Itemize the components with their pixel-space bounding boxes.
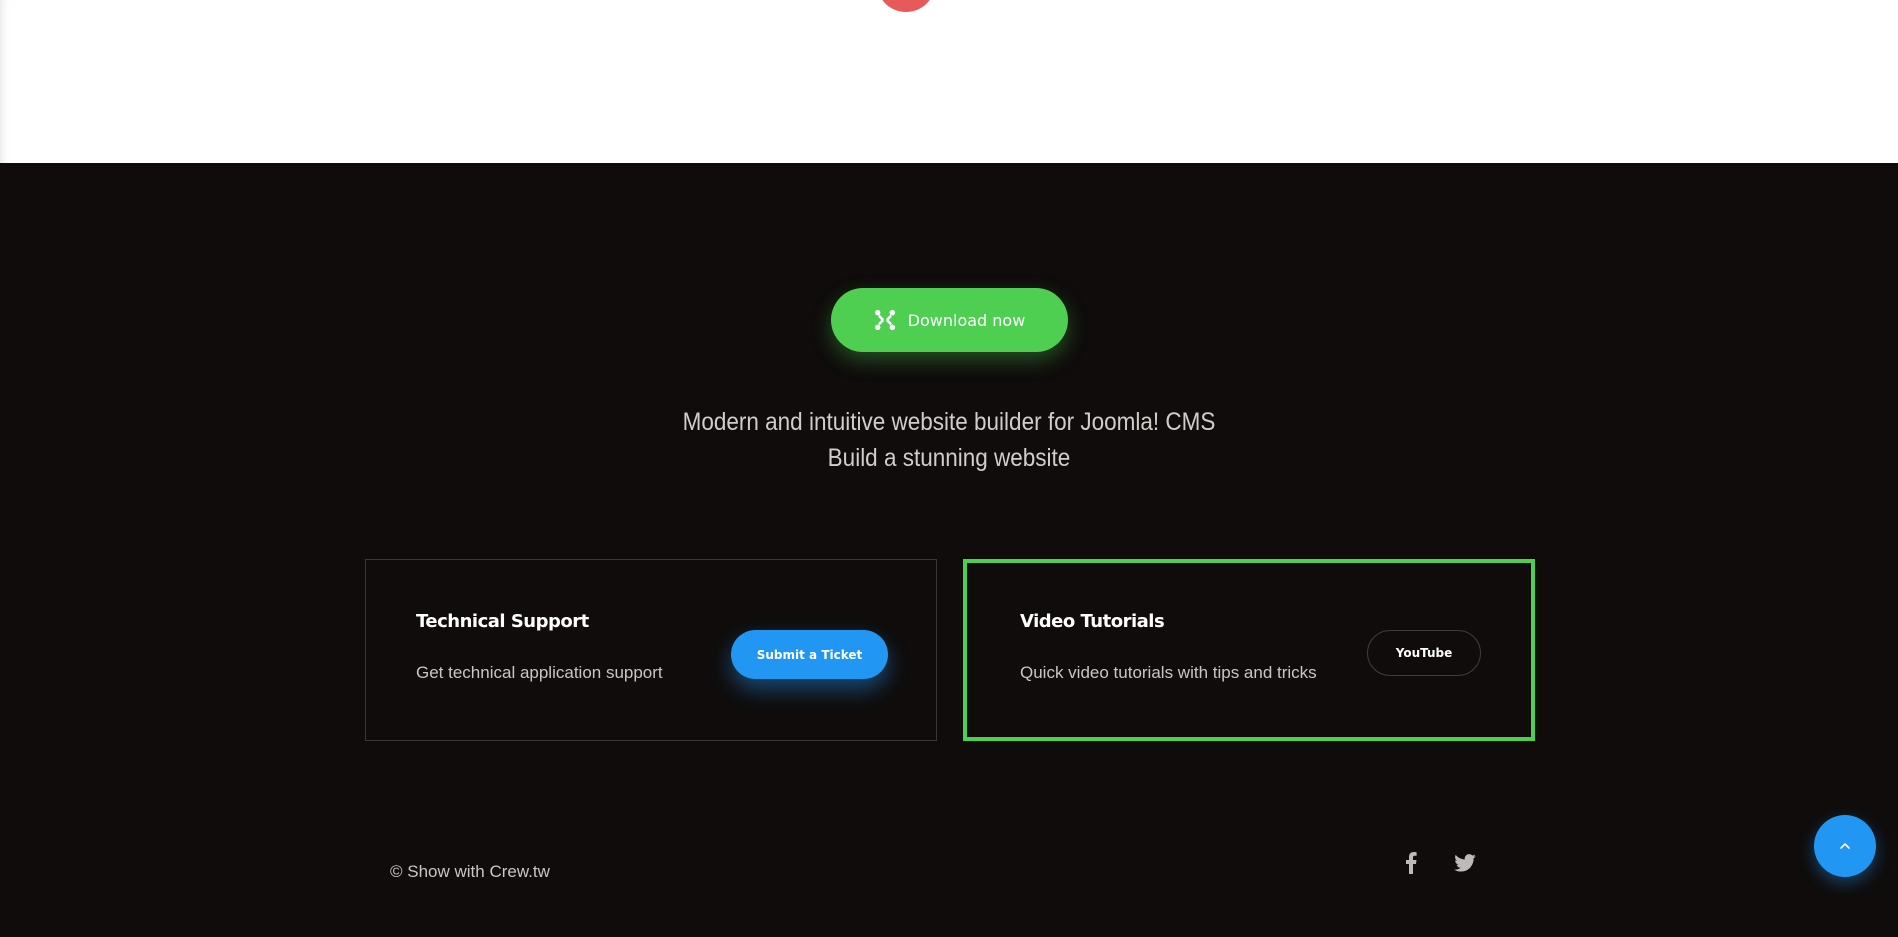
copyright-text: © Show with Crew.tw	[390, 862, 550, 881]
back-to-top-button[interactable]	[1814, 815, 1876, 877]
top-section	[0, 0, 1898, 163]
download-now-button[interactable]: Download now	[831, 288, 1068, 352]
tagline-line-1: Modern and intuitive website builder for…	[682, 408, 1216, 436]
technical-support-title: Technical Support	[416, 611, 589, 632]
joomla-icon	[874, 309, 895, 331]
floating-action-dot[interactable]	[878, 0, 934, 12]
download-now-label: Download now	[907, 310, 1026, 330]
tagline: Modern and intuitive website builder for…	[549, 404, 1349, 476]
footer-cta-section	[0, 163, 1898, 937]
tagline-line-2: Build a stunning website	[827, 444, 1071, 472]
twitter-link[interactable]	[1452, 850, 1478, 876]
youtube-button[interactable]: YouTube	[1367, 630, 1481, 676]
video-tutorials-description: Quick video tutorials with tips and tric…	[1020, 663, 1317, 682]
facebook-icon	[1406, 852, 1417, 874]
technical-support-description: Get technical application support	[416, 663, 663, 682]
video-tutorials-card: Video Tutorials Quick video tutorials wi…	[963, 559, 1535, 741]
submit-ticket-button[interactable]: Submit a Ticket	[731, 630, 888, 679]
facebook-link[interactable]	[1398, 850, 1424, 876]
chevron-up-icon	[1840, 843, 1850, 849]
twitter-icon	[1454, 854, 1476, 872]
video-tutorials-title: Video Tutorials	[1020, 611, 1165, 632]
technical-support-card: Technical Support Get technical applicat…	[365, 559, 937, 741]
